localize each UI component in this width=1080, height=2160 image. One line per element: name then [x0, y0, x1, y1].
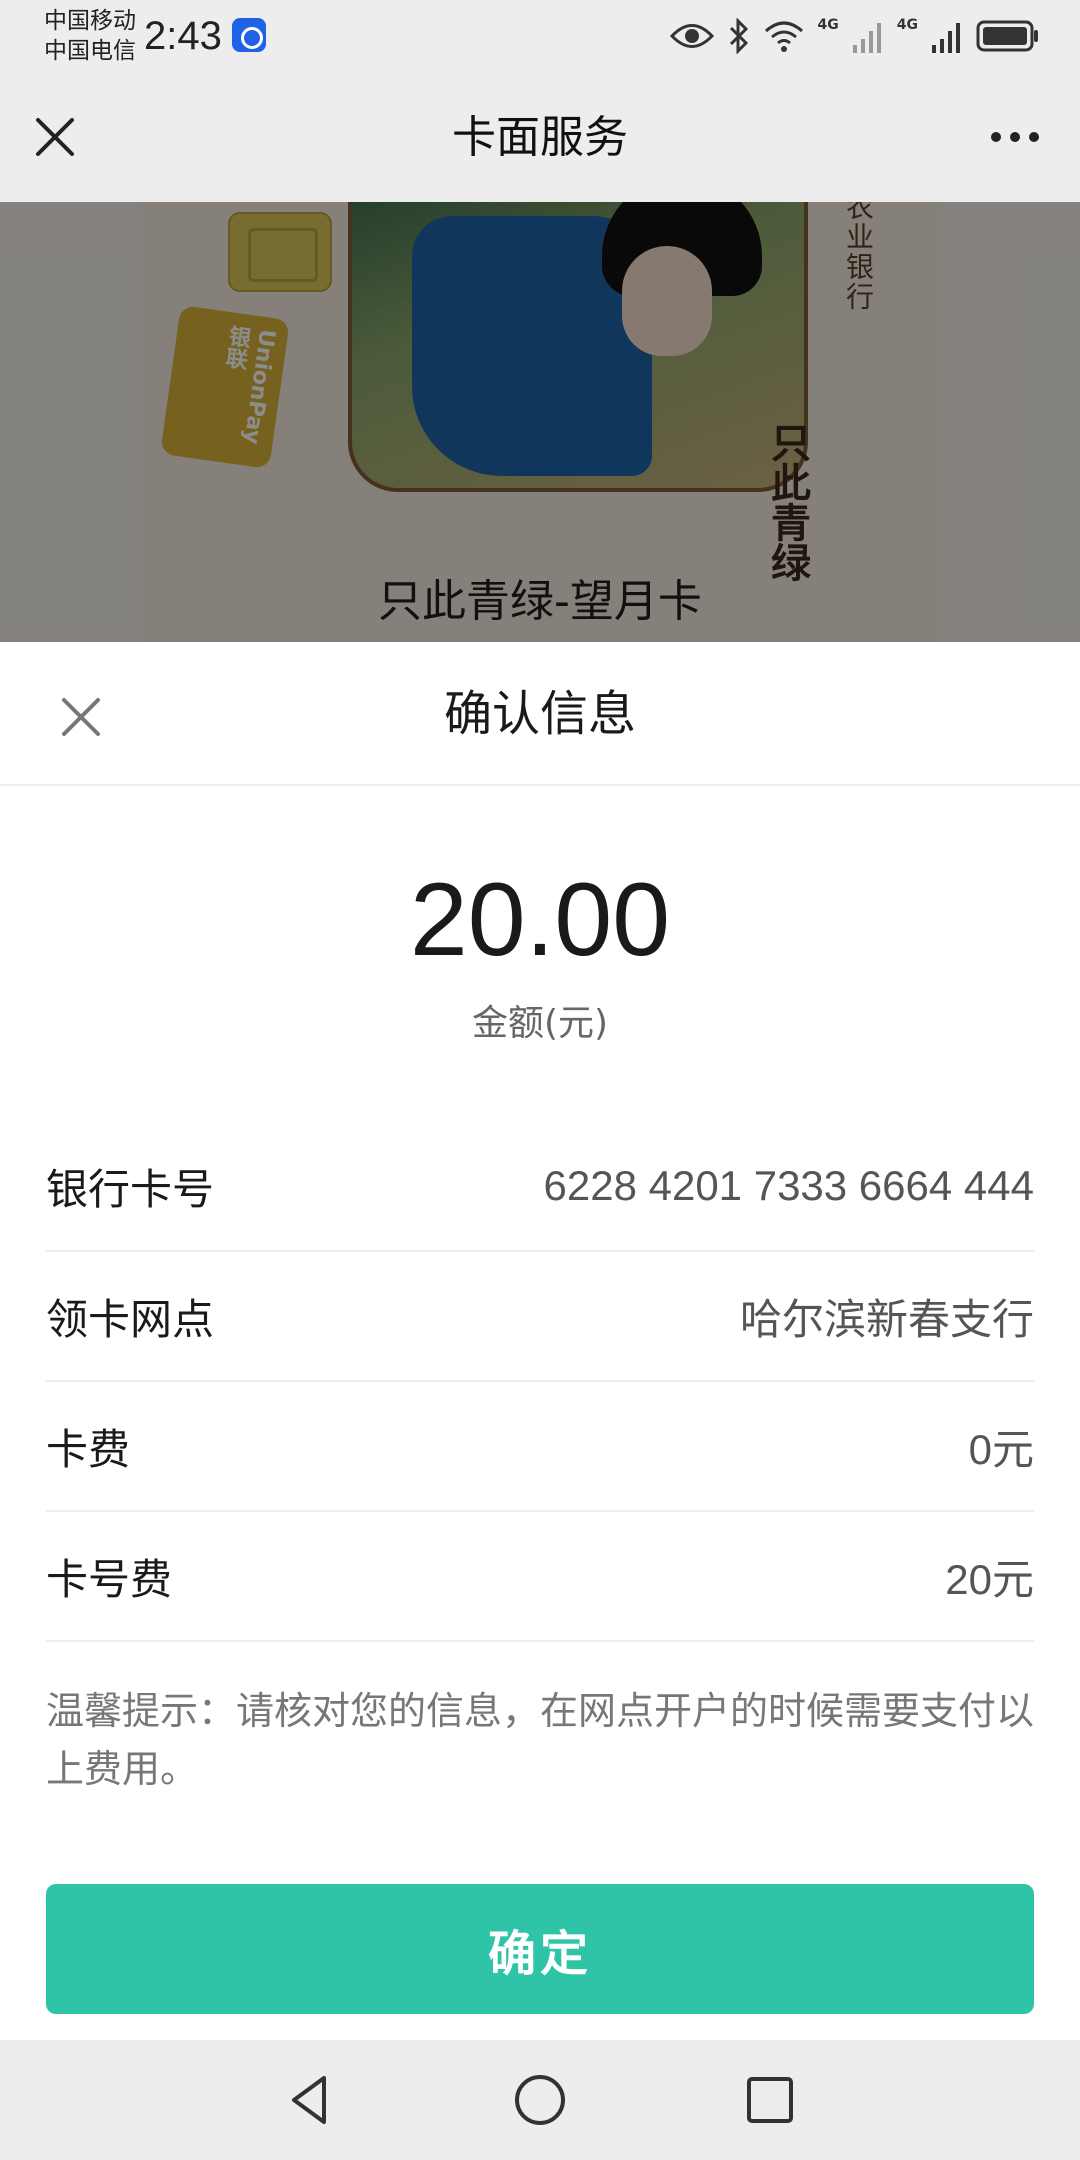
info-row-number-fee: 卡号费 20元: [46, 1512, 1034, 1642]
bluetooth-icon: [729, 18, 748, 54]
carrier-labels: 中国移动 中国电信: [44, 6, 136, 66]
wifi-icon: [764, 21, 803, 52]
info-label: 卡费: [46, 1424, 131, 1474]
sheet-header: 确认信息: [0, 642, 1080, 786]
confirm-sheet: 确认信息 20.00 金额(元) 银行卡号 6228 4201 7333 666…: [0, 642, 1080, 2040]
battery-icon: [976, 20, 1038, 52]
amount-value: 20.00: [409, 862, 671, 978]
home-icon[interactable]: [510, 2070, 570, 2130]
confirm-button[interactable]: 确定: [46, 1884, 1034, 2014]
info-value: 哈尔滨新春支行: [739, 1295, 1034, 1343]
status-bar: 中国移动 中国电信 2:43 4G 4G: [0, 0, 1080, 72]
system-nav-bar: [0, 2040, 1080, 2160]
recents-icon[interactable]: [740, 2070, 800, 2130]
signal-icon: [852, 23, 881, 53]
status-icons: 4G 4G: [669, 16, 1040, 56]
amount-label: 金额(元): [471, 1003, 609, 1044]
more-icon[interactable]: [980, 112, 1050, 162]
info-value: 20元: [945, 1555, 1034, 1603]
info-list: 银行卡号 6228 4201 7333 6664 444 领卡网点 哈尔滨新春支…: [46, 1122, 1034, 1642]
status-time: 2:43: [144, 14, 222, 58]
carrier-2: 中国电信: [44, 38, 136, 64]
info-label: 卡号费: [46, 1554, 173, 1604]
card-preview: UnionPay 银联 农业银行 只此青绿 只此青绿-望月卡: [0, 202, 1080, 642]
page-title: 卡面服务: [452, 112, 628, 163]
tip-text: 温馨提示：请核对您的信息，在网点开户的时候需要支付以上费用。: [46, 1689, 1035, 1791]
info-row-branch: 领卡网点 哈尔滨新春支行: [46, 1252, 1034, 1382]
network-label-2: 4G: [896, 17, 918, 33]
network-label-1: 4G: [817, 17, 839, 33]
info-label: 领卡网点: [46, 1294, 215, 1344]
info-label: 银行卡号: [46, 1164, 215, 1214]
info-row-card-fee: 卡费 0元: [46, 1382, 1034, 1512]
app-badge-icon: [232, 18, 266, 52]
card-name: 只此青绿-望月卡: [378, 576, 702, 627]
info-value: 6228 4201 7333 6664 444: [543, 1162, 1035, 1209]
eye-icon: [669, 24, 714, 48]
signal-icon: [932, 23, 960, 53]
carrier-1: 中国移动: [44, 8, 136, 34]
info-row-card-number: 银行卡号 6228 4201 7333 6664 444: [46, 1122, 1034, 1252]
back-icon[interactable]: [280, 2070, 340, 2130]
sheet-title: 确认信息: [443, 686, 636, 742]
info-value: 0元: [968, 1425, 1034, 1473]
nav-bar: 卡面服务: [0, 72, 1080, 202]
